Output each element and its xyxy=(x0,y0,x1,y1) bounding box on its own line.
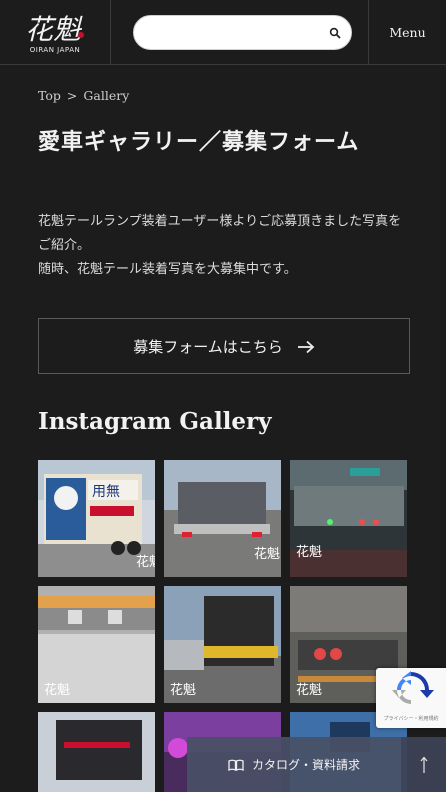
page-title: 愛車ギャラリー／募集フォーム xyxy=(38,129,360,155)
gallery-item[interactable]: 花魁 xyxy=(290,460,407,577)
gallery-item[interactable] xyxy=(38,712,155,792)
watermark: 花魁 xyxy=(44,682,70,698)
back-to-top-button[interactable] xyxy=(401,737,446,792)
arrow-right-icon xyxy=(297,340,315,354)
search-input[interactable] xyxy=(148,24,318,42)
gallery-item[interactable]: 花魁 xyxy=(164,586,281,703)
gallery-item[interactable]: 花魁 xyxy=(164,460,281,577)
intro-line-1: 花魁テールランプ装着ユーザー様よりご応募頂きました写真をご紹介。 xyxy=(38,214,402,253)
breadcrumb-current: Gallery xyxy=(83,88,130,103)
gallery-item[interactable]: 花魁 xyxy=(38,586,155,703)
menu-button[interactable]: Menu xyxy=(368,0,446,65)
gallery-title: Instagram Gallery xyxy=(38,408,272,435)
breadcrumb-separator: > xyxy=(66,88,78,103)
recaptcha-privacy-label[interactable]: プライバシー・利用規約 xyxy=(376,715,446,722)
watermark: 花魁 xyxy=(296,544,322,560)
book-icon xyxy=(228,759,244,771)
svg-text:用無: 用無 xyxy=(92,484,120,500)
watermark: 花魁 xyxy=(296,682,322,698)
catalog-request-label: カタログ・資料請求 xyxy=(251,758,360,772)
logo-subtitle: OIRAN JAPAN xyxy=(29,46,81,54)
recaptcha-badge[interactable]: プライバシー・利用規約 xyxy=(376,668,446,728)
form-button-label: 募集フォームはこちら xyxy=(133,337,283,356)
search-icon[interactable] xyxy=(329,27,341,39)
site-header: 花魁 OIRAN JAPAN Menu xyxy=(0,0,446,65)
intro-text: 花魁テールランプ装着ユーザー様よりご応募頂きました写真をご紹介。 随時、花魁テー… xyxy=(38,210,410,282)
application-form-button[interactable]: 募集フォームはこちら xyxy=(38,318,410,374)
catalog-request-button[interactable]: カタログ・資料請求 xyxy=(187,737,401,792)
svg-text:花魁: 花魁 xyxy=(25,13,83,45)
oiran-logo-icon: 花魁 xyxy=(25,13,84,45)
breadcrumb-top[interactable]: Top xyxy=(38,88,61,103)
logo[interactable]: 花魁 OIRAN JAPAN xyxy=(0,0,111,65)
intro-line-2: 随時、花魁テール装着写真を大募集中です。 xyxy=(38,262,297,277)
watermark: 花魁 xyxy=(170,682,196,698)
watermark: 花魁 xyxy=(254,546,280,562)
gallery-item[interactable]: 用無 花魁 xyxy=(38,460,155,577)
breadcrumb: Top > Gallery xyxy=(38,88,129,103)
up-arrow-icon xyxy=(420,756,427,773)
search-box[interactable] xyxy=(133,15,352,50)
watermark: 花魁 xyxy=(136,554,155,570)
